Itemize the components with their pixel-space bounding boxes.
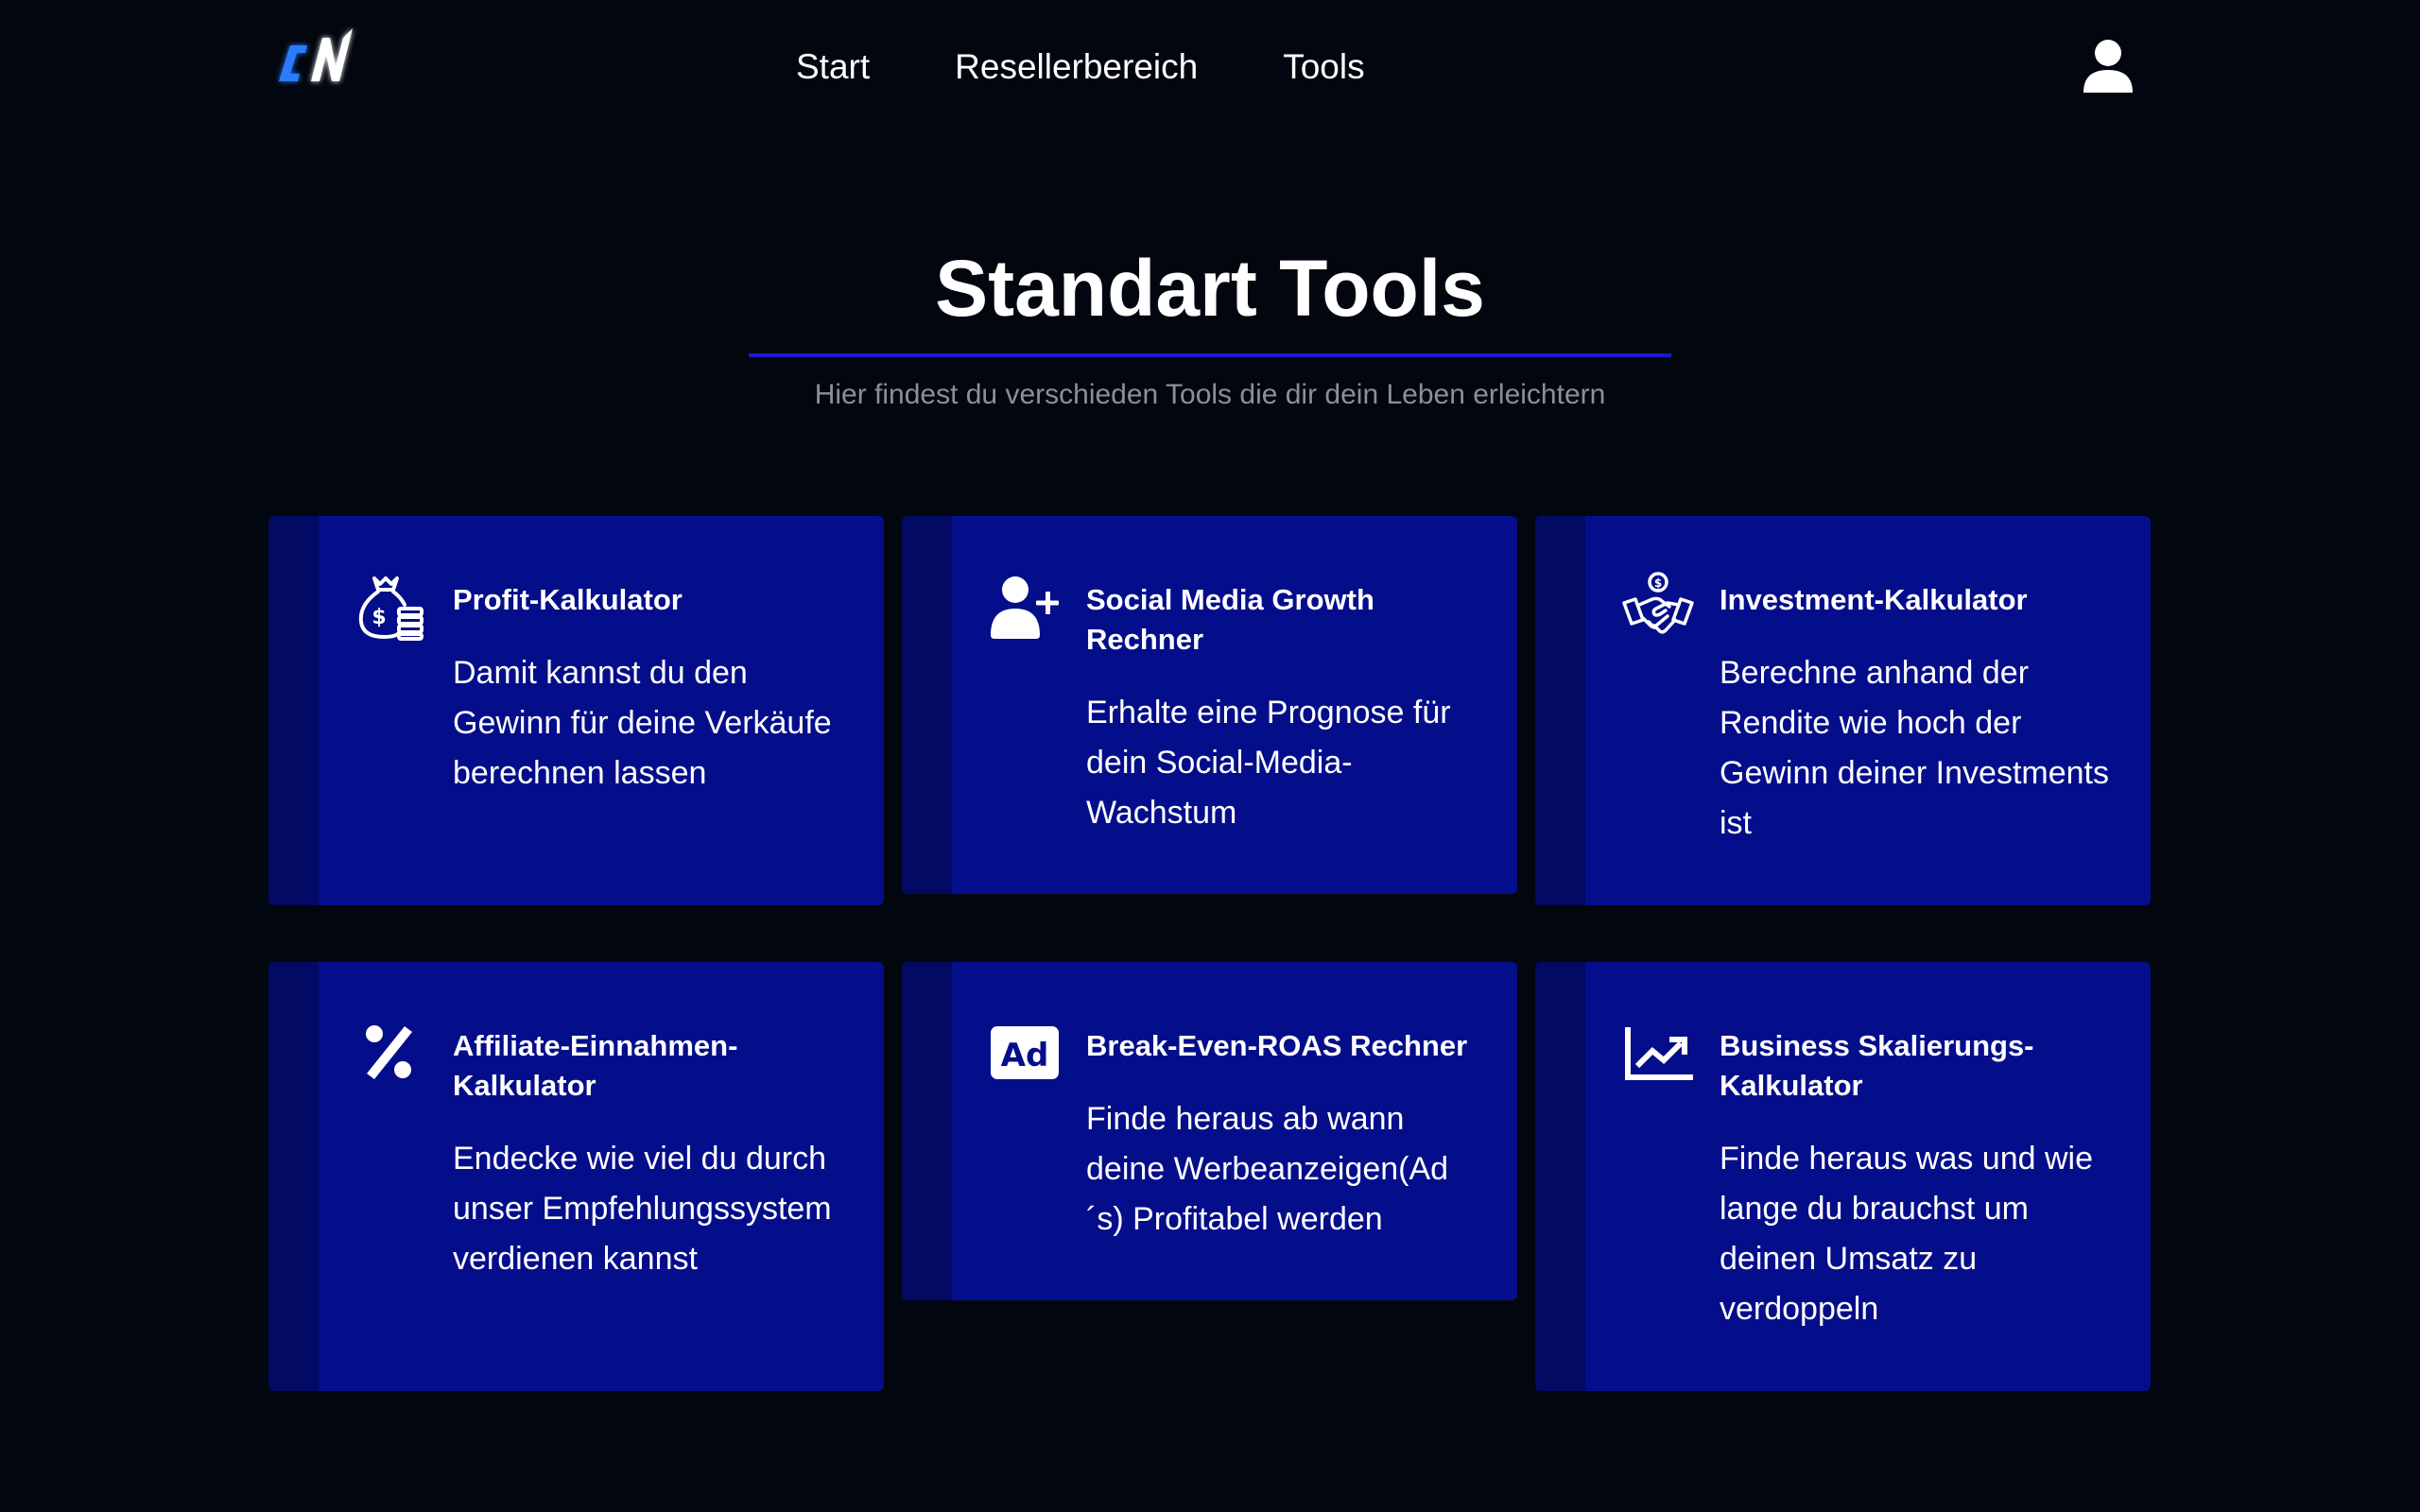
card-accent-stripe [268, 516, 319, 905]
nav-tools[interactable]: Tools [1283, 45, 1364, 89]
svg-text:$: $ [1654, 576, 1662, 590]
card-accent-stripe [268, 962, 319, 1391]
card-title: Social Media Growth Rechner [1086, 583, 1374, 656]
card-title: Affiliate-Einnahmen-Kalkulator [453, 1029, 738, 1102]
site-header: Start Resellerbereich Tools [0, 0, 2420, 132]
card-accent-stripe [1535, 962, 1585, 1391]
card-description: Erhalte eine Prognose für dein Social-Me… [1086, 695, 1451, 831]
chart-growth-icon [1625, 1027, 1693, 1080]
page-title: Standart Tools [935, 244, 1485, 333]
tool-card-business-skalierung[interactable]: Business Skalierungs-Kalkulator Finde he… [1535, 962, 2151, 1391]
percent-icon [366, 1025, 412, 1079]
page-subtitle: Hier findest du verschieden Tools die di… [814, 379, 1606, 410]
ad-icon: Ad [991, 1026, 1059, 1079]
tool-card-social-media-growth[interactable]: Social Media Growth Rechner Erhalte eine… [902, 516, 1517, 894]
card-title: Investment-Kalkulator [1720, 583, 2028, 616]
card-accent-stripe [902, 516, 952, 894]
money-bag-icon: $ [358, 576, 424, 641]
card-description: Finde heraus was und wie lange du brauch… [1720, 1141, 2094, 1327]
logo-icon[interactable] [269, 26, 364, 102]
tool-card-investment-kalkulator[interactable]: $ Investment-Kalkulator Berechne anhand … [1535, 516, 2151, 905]
nav-start[interactable]: Start [796, 45, 870, 89]
page: Start Resellerbereich Tools Standart Too… [0, 0, 2420, 1512]
card-title: Profit-Kalkulator [453, 583, 683, 616]
tool-card-profit-kalkulator[interactable]: $ Profit-Kalkulator Damit kannst du den … [268, 516, 884, 905]
tool-card-break-even-roas[interactable]: Ad Break-Even-ROAS Rechner Finde heraus … [902, 962, 1517, 1300]
card-accent-stripe [1535, 516, 1585, 905]
nav-resellerbereich[interactable]: Resellerbereich [955, 45, 1198, 89]
user-account-icon[interactable] [2082, 38, 2135, 94]
card-title: Break-Even-ROAS Rechner [1086, 1029, 1468, 1062]
card-description: Endecke wie viel du durch unser Empfehlu… [453, 1141, 832, 1277]
svg-text:Ad: Ad [1001, 1037, 1049, 1074]
handshake-icon: $ [1622, 572, 1694, 634]
user-plus-icon [991, 576, 1059, 639]
tool-card-affiliate-einnahmen[interactable]: Affiliate-Einnahmen-Kalkulator Endecke w… [268, 962, 884, 1391]
card-accent-stripe [902, 962, 952, 1300]
card-description: Finde heraus ab wann deine Werbeanzeigen… [1086, 1101, 1449, 1237]
card-title: Business Skalierungs-Kalkulator [1720, 1029, 2034, 1102]
card-description: Damit kannst du den Gewinn für deine Ver… [453, 655, 832, 791]
main-nav: Start Resellerbereich Tools [796, 45, 1450, 89]
svg-text:$: $ [372, 606, 386, 629]
title-underline [749, 353, 1671, 357]
card-description: Berechne anhand der Rendite wie hoch der… [1720, 655, 2109, 841]
